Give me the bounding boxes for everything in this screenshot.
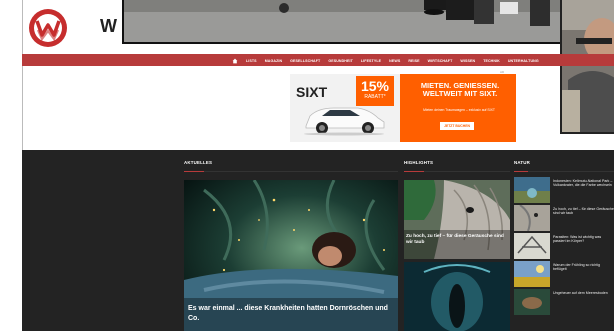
site-logo[interactable]: [28, 8, 68, 48]
ad-book-button[interactable]: JETZT BUCHEN: [440, 122, 474, 130]
video-overlay-top[interactable]: [122, 0, 566, 44]
natur-item-text: Indonesien: Kelimutu-National Park – Vul…: [553, 179, 613, 188]
sixt-logo: SIXT: [296, 84, 327, 100]
natur-item-text: Ungeheuer auf dem Meeresboden: [553, 291, 608, 295]
discount-pct: 15%: [360, 78, 390, 94]
list-item[interactable]: Warum der Frühling so richtig beflügelt: [514, 261, 614, 288]
section-aktuelles[interactable]: AKTUELLES: [184, 160, 212, 165]
natur-thumb: [514, 177, 550, 203]
home-icon[interactable]: [232, 58, 238, 64]
natur-thumb: [514, 261, 550, 287]
highlights-accent: [404, 171, 424, 172]
ad-subline: Mieten deinen Traumwagen – exklusiv auf …: [423, 108, 495, 112]
nav-items: LISTS MAGAZIN GESELLSCHAFT GESUNDHEIT LI…: [232, 56, 539, 66]
natur-divider: [514, 171, 614, 172]
nav-item-lifestyle[interactable]: LIFESTYLE: [361, 59, 381, 63]
natur-list: Indonesien: Kelimutu-National Park – Vul…: [514, 177, 614, 317]
list-item[interactable]: Ungeheuer auf dem Meeresboden: [514, 289, 614, 316]
list-item[interactable]: Zu hoch, zu tief – für diese Geräusche s…: [514, 205, 614, 232]
sixt-ad-banner[interactable]: SIXT 15% RABATT* MIETEN. GENIESSEN. WELT…: [290, 74, 516, 142]
natur-item-text: Warum der Frühling so richtig beflügelt: [553, 263, 600, 272]
natur-accent: [514, 171, 528, 172]
nav-item-technik[interactable]: TECHNIK: [483, 59, 500, 63]
sixt-brand: SIXT: [296, 84, 328, 100]
list-item[interactable]: Indonesien: Kelimutu-National Park – Vul…: [514, 177, 614, 204]
list-item[interactable]: Parasiten: Was ist wichtig was passiert …: [514, 233, 614, 260]
nav-item-gesellschaft[interactable]: GESELLSCHAFT: [290, 59, 320, 63]
aktuelles-divider: [184, 171, 398, 172]
site-title-fragment: W: [100, 16, 117, 36]
natur-thumb: [514, 289, 550, 315]
video-overlay-side[interactable]: [560, 0, 614, 134]
natur-thumb: [514, 233, 550, 259]
ad-left-panel: SIXT 15% RABATT*: [290, 74, 400, 142]
natur-item-text: Parasiten: Was ist wichtig was passiert …: [553, 235, 602, 244]
highlight-caption-1[interactable]: Zu hoch, zu tief – für diese Geräusche s…: [406, 234, 506, 246]
aktuelles-accent: [184, 171, 204, 172]
section-natur[interactable]: NATUR: [514, 160, 530, 165]
nav-item-lists[interactable]: LISTS: [246, 59, 257, 63]
natur-item-text: Zu hoch, zu tief – für diese Geräusche s…: [553, 207, 614, 216]
natur-thumb: [514, 205, 550, 231]
highlight-image-1[interactable]: [404, 180, 510, 259]
nav-item-news[interactable]: NEWS: [389, 59, 400, 63]
nav-item-unterhaltung[interactable]: UNTERHALTUNG: [508, 59, 539, 63]
nav-item-magazin[interactable]: MAGAZIN: [265, 59, 282, 63]
highlight-image-2[interactable]: [404, 262, 510, 331]
car-image: [304, 107, 385, 136]
nav-item-reise[interactable]: REISE: [408, 59, 419, 63]
hero-caption[interactable]: Es war einmal ... diese Krankheiten hatt…: [188, 304, 393, 324]
nav-item-wissen[interactable]: WISSEN: [460, 59, 475, 63]
section-highlights[interactable]: HIGHLIGHTS: [404, 160, 433, 165]
nav-item-wirtschaft[interactable]: WIRTSCHAFT: [428, 59, 453, 63]
nav-item-gesundheit[interactable]: GESUNDHEIT: [328, 59, 353, 63]
ad-headline: MIETEN. GENIESSEN. WELTWEIT MIT SIXT.: [420, 81, 500, 98]
ad-right-panel: MIETEN. GENIESSEN. WELTWEIT MIT SIXT. Mi…: [400, 74, 516, 142]
